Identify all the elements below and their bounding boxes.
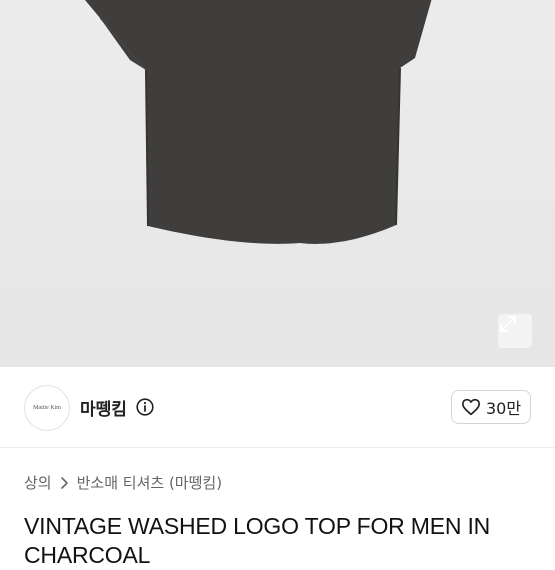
expand-image-button[interactable] [498,314,532,348]
product-title: VINTAGE WASHED LOGO TOP FOR MEN IN CHARC… [24,513,491,568]
like-button[interactable]: 30만 [451,390,531,424]
seller-name[interactable]: 마뗑킴 [80,395,127,420]
seller-row: Mattie Kim 마뗑킴 30만 [0,367,555,448]
info-circle-icon[interactable] [136,398,154,416]
avatar-logo-text: Mattie Kim [33,405,61,411]
breadcrumb-category[interactable]: 상의 [24,472,52,493]
heart-outline-icon [461,398,480,416]
product-image[interactable] [0,0,555,367]
breadcrumb: 상의 반소매 티셔츠 (마뗑킴) [24,472,222,493]
expand-arrows-icon [500,316,516,332]
seller-avatar[interactable]: Mattie Kim [24,385,70,431]
breadcrumb-subcategory[interactable]: 반소매 티셔츠 (마뗑킴) [77,472,222,493]
chevron-right-icon [60,476,68,489]
like-count: 30만 [485,399,522,418]
tshirt-image [85,0,470,244]
